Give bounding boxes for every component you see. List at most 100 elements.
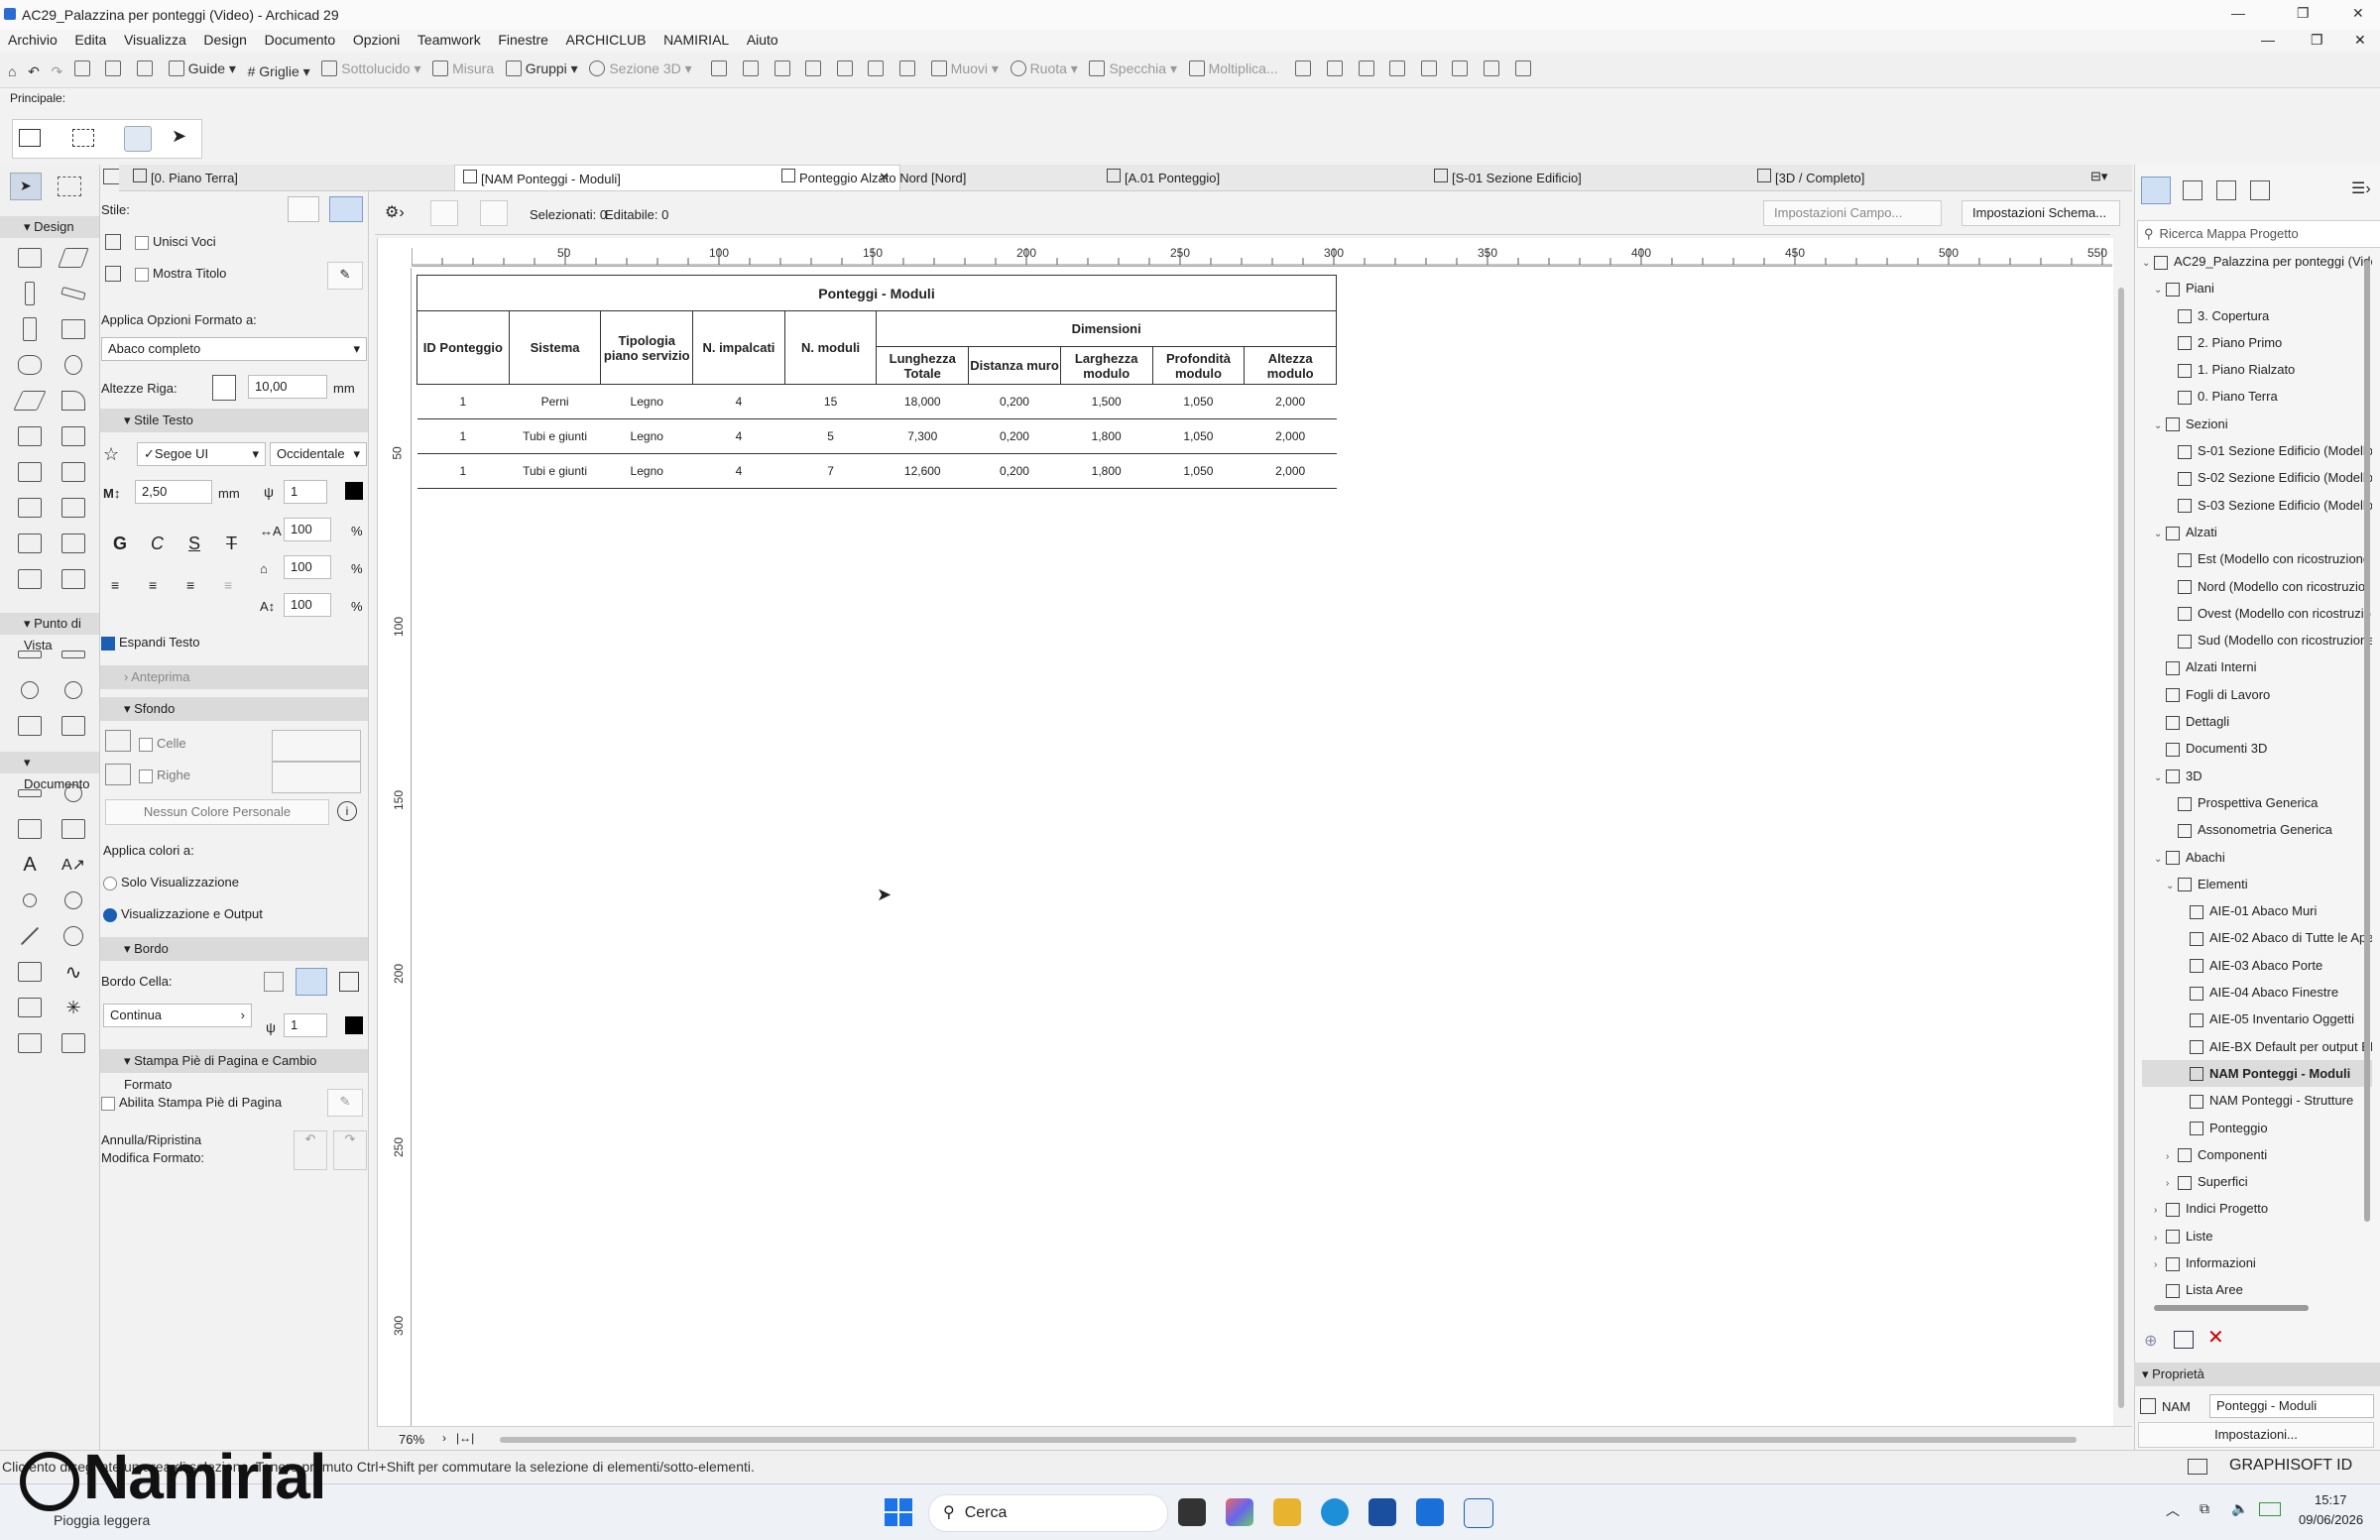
tree-item[interactable]: Fogli di Lavoro xyxy=(2142,681,2372,708)
gruppi-button[interactable]: Gruppi ▾ xyxy=(505,54,578,83)
tab-piano-terra[interactable]: [0. Piano Terra] xyxy=(133,169,238,185)
network-icon[interactable]: ⧉ xyxy=(2200,1500,2209,1517)
cell-sistema[interactable]: Perni xyxy=(509,384,601,419)
view-map-icon[interactable] xyxy=(2183,180,2202,200)
dimension-tool-icon[interactable] xyxy=(8,775,52,811)
star-icon[interactable]: ☆ xyxy=(103,444,119,465)
menu-edita[interactable]: Edita xyxy=(74,32,106,48)
figure-tool-icon[interactable] xyxy=(8,1025,52,1061)
lamp-tool-icon[interactable] xyxy=(52,347,95,383)
tree-item[interactable]: NAM Ponteggi - Strutture xyxy=(2142,1087,2372,1114)
adjust-icon[interactable] xyxy=(774,54,794,83)
inject-icon[interactable] xyxy=(105,54,125,83)
chevron-down-icon[interactable]: ⌄ xyxy=(2154,277,2166,301)
polyline-tool-icon[interactable] xyxy=(8,954,52,990)
menu-finestre[interactable]: Finestre xyxy=(498,32,548,48)
tree-item[interactable]: ⌄ 3D xyxy=(2142,763,2372,789)
line-spacing-input[interactable]: 100 xyxy=(284,593,331,617)
font-size-input[interactable]: 2,50 xyxy=(135,480,212,504)
distribute-icon[interactable] xyxy=(1326,54,1347,83)
hatch-tool-icon[interactable] xyxy=(8,990,52,1025)
cell-sistema[interactable]: Tubi e giunti xyxy=(509,453,601,489)
tree-item[interactable]: NAM Ponteggi - Moduli xyxy=(2142,1059,2372,1088)
pick-up-icon[interactable] xyxy=(73,54,94,83)
undo-format-icon[interactable]: ↶ xyxy=(294,1130,327,1170)
add-view-icon[interactable]: ⊕ xyxy=(2144,1331,2157,1351)
righe-checkbox[interactable]: Righe xyxy=(139,768,190,783)
skylight-tool-icon[interactable] xyxy=(52,526,95,561)
cell-id[interactable]: 1 xyxy=(416,384,510,419)
maximize-icon[interactable]: ❐ xyxy=(2297,5,2310,22)
tree-item[interactable]: › Indici Progetto xyxy=(2142,1195,2372,1222)
cell-tipologia[interactable]: Legno xyxy=(600,418,693,454)
style-table-icon[interactable] xyxy=(329,196,363,222)
cell-distanza[interactable]: 0,200 xyxy=(968,418,1061,454)
specchia-button[interactable]: Specchia ▾ xyxy=(1089,54,1177,83)
line-type-dropdown[interactable]: Continua › xyxy=(103,1004,252,1027)
cell-moduli[interactable]: 5 xyxy=(784,418,877,454)
border-color-swatch[interactable] xyxy=(345,1016,363,1034)
clock-date[interactable]: 09/06/2026 xyxy=(2299,1512,2363,1527)
font-dropdown[interactable]: ✓Segoe UI ▾ xyxy=(137,442,266,466)
align-icon[interactable] xyxy=(1295,54,1315,83)
pencil-icon[interactable]: ✎ xyxy=(327,262,363,290)
zoom-menu-icon[interactable]: › xyxy=(442,1431,446,1445)
proprieta-header[interactable]: ▾ Proprietà xyxy=(2134,1362,2380,1386)
menu-archiclub[interactable]: ARCHICLUB xyxy=(566,32,647,48)
arrow-select-icon[interactable]: ➤ xyxy=(10,173,42,200)
table-row[interactable]: 1 Perni Legno 4 15 18,000 0,200 1,500 1,… xyxy=(416,384,1337,419)
sezione3d-button[interactable]: Sezione 3D ▾ xyxy=(589,54,692,83)
level-dimension-tool-icon[interactable] xyxy=(52,775,95,811)
tree-item[interactable]: Prospettiva Generica xyxy=(2142,789,2372,816)
cell-altezza[interactable]: 2,000 xyxy=(1244,384,1337,419)
guide-button[interactable]: Guide ▾ xyxy=(168,54,236,83)
edge-icon[interactable] xyxy=(1321,1498,1349,1526)
cell-moduli[interactable]: 15 xyxy=(784,384,877,419)
zoom-value[interactable]: 76% xyxy=(399,1432,424,1447)
chevron-down-icon[interactable]: ⌄ xyxy=(2154,846,2166,871)
ungroup-icon[interactable] xyxy=(1389,54,1409,83)
row-color-swatch[interactable] xyxy=(272,762,361,793)
slab-tool-icon[interactable] xyxy=(52,240,95,276)
cell-sistema[interactable]: Tubi e giunti xyxy=(509,418,601,454)
stile-testo-header[interactable]: ▾ Stile Testo xyxy=(100,409,368,432)
angle-dimension-tool-icon[interactable] xyxy=(52,811,95,847)
chevron-down-icon[interactable]: ⌄ xyxy=(2166,873,2178,897)
tree-item[interactable]: Nord (Modello con ricostruzio xyxy=(2142,573,2372,600)
fill-tool-icon[interactable] xyxy=(52,883,95,918)
bold-icon[interactable]: G xyxy=(113,533,127,554)
cell-lunghezza[interactable]: 7,300 xyxy=(876,418,969,454)
graphisoft-id-label[interactable]: GRAPHISOFT ID xyxy=(2229,1457,2352,1475)
menu-aiuto[interactable]: Aiuto xyxy=(747,32,778,48)
minimize-doc-icon[interactable]: — xyxy=(2261,32,2275,48)
tree-item[interactable]: AIE-03 Abaco Porte xyxy=(2142,952,2372,979)
misura-button[interactable]: Misura xyxy=(432,54,494,83)
cell-altezza[interactable]: 2,000 xyxy=(1244,418,1337,454)
object-tool-icon[interactable] xyxy=(8,347,52,383)
minimize-icon[interactable]: — xyxy=(2231,5,2245,21)
border-none-icon[interactable] xyxy=(264,972,284,992)
window-tool-icon[interactable] xyxy=(52,311,95,347)
italic-icon[interactable]: C xyxy=(151,533,164,554)
taskbar-search[interactable]: ⚲ Cerca xyxy=(928,1494,1168,1532)
tree-item[interactable]: Dettagli xyxy=(2142,708,2372,735)
explode-icon[interactable] xyxy=(899,54,919,83)
settings-gear-icon[interactable]: ⚙› xyxy=(385,202,405,222)
cell-impalcati[interactable]: 4 xyxy=(692,453,785,489)
tree-item[interactable]: AIE-05 Inventario Oggetti xyxy=(2142,1006,2372,1032)
align-right-icon[interactable]: ≡ xyxy=(186,577,194,593)
celle-checkbox[interactable]: Celle xyxy=(139,736,186,752)
marker-tool-icon[interactable] xyxy=(8,883,52,918)
cell-profondita[interactable]: 1,050 xyxy=(1152,453,1245,489)
tree-item[interactable]: S-02 Sezione Edificio (Modello xyxy=(2142,464,2372,491)
menu-archivio[interactable]: Archivio xyxy=(8,32,58,48)
properties-icon[interactable] xyxy=(2174,1331,2194,1349)
border-inner-icon[interactable] xyxy=(296,968,327,996)
chevron-right-icon[interactable]: › xyxy=(2166,1170,2178,1195)
tab-list-icon[interactable]: ⊟▾ xyxy=(2090,169,2107,184)
spline-tool-icon[interactable]: ∿ xyxy=(52,954,95,990)
marquee-tool-icon[interactable] xyxy=(58,177,81,196)
mostra-titolo-checkbox[interactable]: Mostra Titolo xyxy=(135,266,226,282)
cell-id[interactable]: 1 xyxy=(416,453,510,489)
arrow-tool-icon[interactable]: ➤ xyxy=(172,126,186,147)
